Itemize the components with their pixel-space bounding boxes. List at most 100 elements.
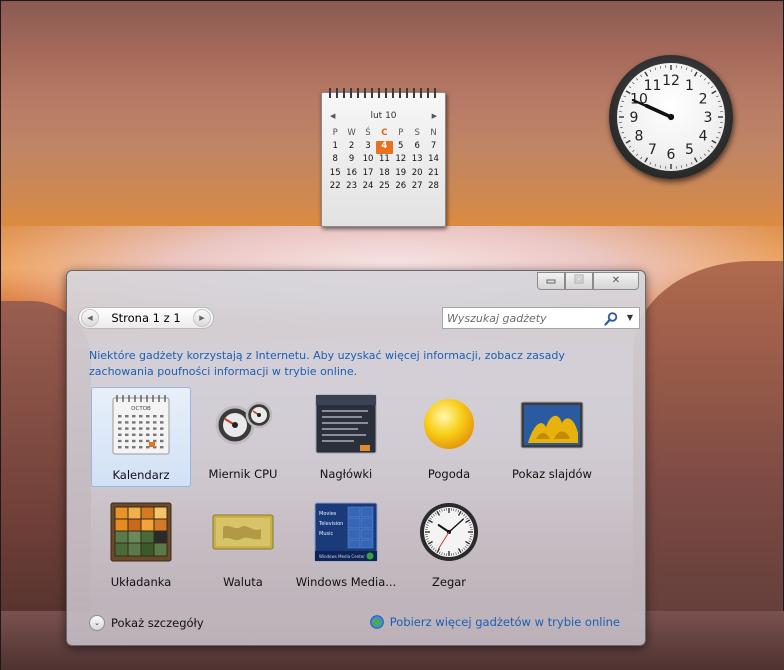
clock-tick: [628, 145, 632, 148]
thumb-calendar-cell: [125, 427, 129, 430]
desktop-clock-gadget[interactable]: 12 1 2 3 4 5 6 7 8 9 10 11: [609, 55, 733, 179]
chevron-down-icon: ▼: [626, 313, 634, 322]
gadget-tile-cpu-meter[interactable]: Miernik CPU: [193, 387, 293, 487]
slideshow-icon: [520, 401, 584, 449]
thumb-calendar-cell: [125, 415, 129, 418]
chevron-down-icon: ⌄: [89, 615, 105, 631]
thumb-calendar-cell: [146, 421, 150, 424]
clock-tick: [711, 139, 717, 144]
calendar-day[interactable]: 24: [360, 181, 376, 194]
gadget-tile-weather[interactable]: Pogoda: [399, 387, 499, 487]
calendar-day[interactable]: 23: [343, 181, 359, 194]
headlines-icon: [315, 394, 377, 454]
search-input[interactable]: [447, 310, 597, 326]
calendar-day[interactable]: 21: [425, 168, 441, 181]
thumb-calendar-cell: [125, 433, 129, 436]
thumb-media-footer: Windows Media Center: [319, 554, 365, 559]
calendar-day[interactable]: 27: [409, 181, 425, 194]
calendar-next-icon[interactable]: ▶: [432, 112, 437, 120]
calendar-day[interactable]: 26: [393, 181, 409, 194]
calendar-day[interactable]: 25: [376, 181, 392, 194]
page-indicator: Strona 1 z 1: [111, 311, 181, 325]
prev-page-button[interactable]: ◀: [81, 309, 99, 327]
calendar-day[interactable]: 14: [425, 154, 441, 167]
show-details-button[interactable]: ⌄ Pokaż szczegóły: [89, 615, 204, 631]
thumb-calendar-cell: [118, 439, 122, 443]
clock-tick: [620, 126, 623, 129]
calendar-day[interactable]: 18: [376, 168, 392, 181]
gadget-gallery-window: ✕ ◀ Strona 1 z 1 ▶ ▼ Niektóre gadżety ko…: [66, 270, 646, 646]
calendar-day[interactable]: 20: [409, 168, 425, 181]
calendar-day[interactable]: 1: [327, 141, 343, 154]
search-icon[interactable]: [603, 311, 619, 327]
calendar-day-today[interactable]: 4: [376, 141, 393, 155]
thumb-calendar-cell: [139, 415, 143, 418]
thumb-calendar-cell: [160, 439, 164, 443]
calendar-weekday: P: [398, 128, 404, 138]
gadget-tile-currency[interactable]: Waluta: [193, 495, 293, 595]
clock-numeral: 3: [704, 110, 713, 126]
thumb-calendar-cell: [153, 427, 157, 430]
calendar-day[interactable]: 8: [327, 154, 343, 167]
window-controls: ✕: [537, 272, 639, 290]
show-details-label: Pokaż szczegóły: [111, 616, 204, 630]
thumb-calendar-cell: [139, 439, 143, 443]
chevron-left-icon: ◀: [87, 314, 93, 322]
calendar-day[interactable]: 16: [343, 168, 359, 181]
calendar-prev-icon[interactable]: ◀: [330, 112, 335, 120]
calendar-day[interactable]: 22: [327, 181, 343, 194]
search-dropdown-button[interactable]: ▼: [624, 311, 636, 325]
calendar-day[interactable]: 5: [393, 141, 409, 154]
calendar-day[interactable]: 11: [376, 154, 392, 167]
gadget-tile-clock[interactable]: Zegar: [399, 495, 499, 595]
clock-tick: [710, 86, 714, 89]
gadget-tile-headlines[interactable]: Nagłówki: [296, 387, 396, 487]
calendar-day[interactable]: 10: [360, 154, 376, 167]
next-page-button[interactable]: ▶: [193, 309, 211, 327]
calendar-day[interactable]: 3: [360, 141, 376, 154]
thumb-calendar-cell: [118, 421, 122, 424]
clock-center: [667, 113, 675, 121]
online-privacy-link[interactable]: Niektóre gadżety korzystają z Internetu.…: [89, 348, 629, 380]
minimize-button[interactable]: [537, 272, 565, 290]
close-button[interactable]: ✕: [593, 272, 639, 290]
clock-numeral: 11: [644, 78, 662, 94]
clock-dial: 12 1234567891011: [619, 65, 723, 169]
clock-tick: [680, 66, 683, 69]
clock-tick: [686, 163, 688, 167]
calendar-day[interactable]: 17: [360, 168, 376, 181]
clock-tick: [717, 100, 721, 102]
get-more-gadgets-link[interactable]: Pobierz więcej gadżetów w trybie online: [369, 615, 620, 629]
clock-numeral: 1: [685, 78, 694, 94]
currency-icon: [212, 514, 274, 550]
globe-icon: [369, 615, 384, 629]
clock-tick: [707, 149, 710, 153]
close-icon: ✕: [611, 275, 621, 286]
calendar-day[interactable]: 2: [343, 141, 359, 154]
calendar-day[interactable]: 13: [409, 154, 425, 167]
gadget-tile-slideshow[interactable]: Pokaz slajdów: [502, 387, 602, 487]
calendar-day[interactable]: 12: [393, 154, 409, 167]
maximize-button[interactable]: [565, 272, 593, 290]
gadget-tile-media-center[interactable]: Movies Television Music Windows Media Ce…: [296, 495, 396, 595]
calendar-day[interactable]: 19: [393, 168, 409, 181]
clock-tick: [710, 145, 714, 148]
calendar-day[interactable]: 15: [327, 168, 343, 181]
clock-tick: [703, 153, 707, 156]
clock-numeral: 8: [634, 129, 643, 145]
calendar-day[interactable]: 9: [343, 154, 359, 167]
calendar-day[interactable]: 6: [409, 141, 425, 154]
clock-tick: [644, 157, 649, 163]
thumb-calendar-cell: [125, 421, 129, 424]
gadget-tile-calendar[interactable]: OCTOB Kalendarz: [91, 387, 191, 487]
clock-tick: [693, 157, 698, 163]
calendar-day[interactable]: 28: [425, 181, 441, 194]
clock-tick: [654, 67, 656, 71]
thumb-calendar-cell: [139, 421, 143, 424]
desktop-calendar-gadget[interactable]: ◀ lut 10 ▶ P W Ś C P S N 1 2 3 4 5 6 7 8 9 10 11 12 13 14 15 1…: [321, 88, 446, 227]
clock-tick: [690, 69, 693, 72]
calendar-day[interactable]: 7: [425, 141, 441, 154]
clock-tick: [719, 126, 722, 129]
gadget-tile-puzzle[interactable]: Układanka: [91, 495, 191, 595]
thumb-calendar-cell: [118, 415, 122, 418]
